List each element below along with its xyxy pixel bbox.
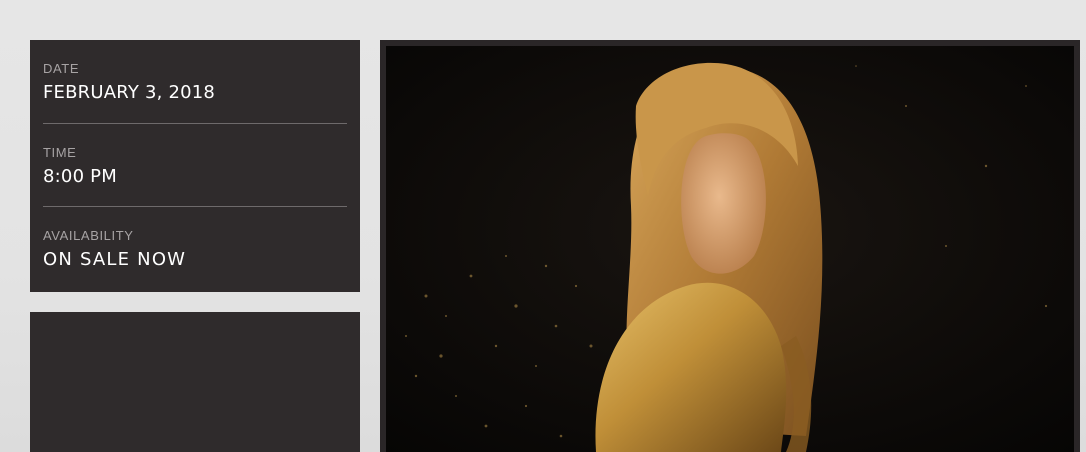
availability-value: ON SALE NOW [43,249,187,270]
secondary-panel [30,312,360,452]
date-block: DATE FEBRUARY 3, 2018 [43,40,347,123]
time-value: 8:00 PM [43,166,117,187]
hero-portrait-image [386,46,1074,452]
time-label: TIME [43,145,77,160]
date-value: FEBRUARY 3, 2018 [43,82,216,103]
availability-block: AVAILABILITY ON SALE NOW [43,206,347,289]
time-block: TIME 8:00 PM [43,123,347,206]
hero-image-frame [380,40,1080,452]
event-info-card: DATE FEBRUARY 3, 2018 TIME 8:00 PM AVAIL… [30,40,360,292]
availability-label: AVAILABILITY [43,228,134,243]
date-label: DATE [43,61,80,76]
